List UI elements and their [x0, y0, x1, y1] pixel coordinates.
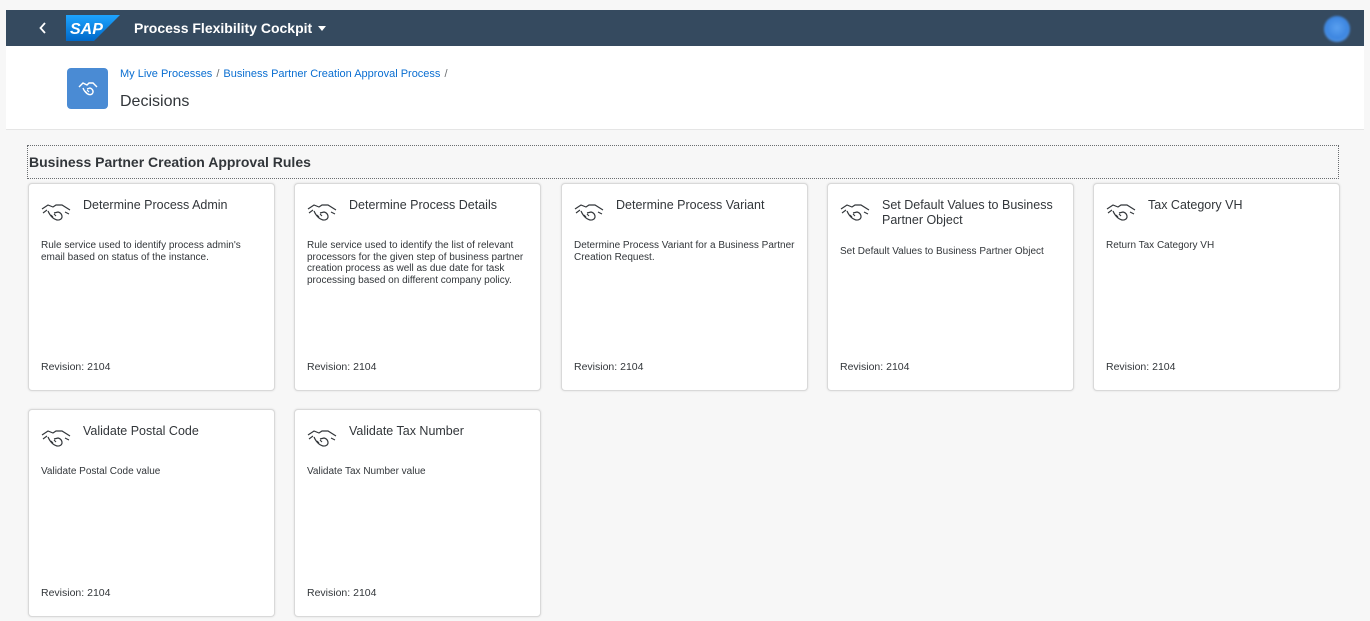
card-revision: Revision: 2104 — [41, 361, 111, 373]
card-title: Determine Process Variant — [616, 198, 765, 212]
rule-card-determine-process-admin[interactable]: Determine Process Admin Rule service use… — [28, 183, 275, 391]
handshake-icon — [41, 430, 71, 447]
decisions-tile-icon — [67, 68, 108, 109]
handshake-icon — [1106, 204, 1136, 221]
app-title-menu[interactable]: Process Flexibility Cockpit — [134, 20, 327, 36]
app-title: Process Flexibility Cockpit — [134, 20, 313, 36]
card-title: Set Default Values to Business Partner O… — [882, 198, 1053, 227]
card-description: Validate Postal Code value — [41, 466, 161, 477]
card-description: Validate Tax Number value — [307, 466, 426, 477]
rule-card-validate-postal-code[interactable]: Validate Postal Code Validate Postal Cod… — [28, 409, 275, 617]
object-header: My Live Processes / Business Partner Cre… — [6, 46, 1364, 130]
card-description: Rule service used to identify the list o… — [307, 240, 524, 286]
rule-card-tax-category-vh[interactable]: Tax Category VH Return Tax Category VH R… — [1093, 183, 1340, 391]
breadcrumb-bp-creation-process[interactable]: Business Partner Creation Approval Proce… — [223, 68, 440, 80]
caret-down-icon — [318, 25, 327, 31]
rule-card-determine-process-details[interactable]: Determine Process Details Rule service u… — [294, 183, 541, 391]
card-description: Determine Process Variant for a Business… — [574, 240, 795, 263]
card-title: Determine Process Details — [349, 198, 497, 212]
svg-text:SAP: SAP — [70, 21, 103, 38]
rule-card-determine-process-variant[interactable]: Determine Process Variant Determine Proc… — [561, 183, 808, 391]
card-revision: Revision: 2104 — [41, 587, 111, 599]
breadcrumb: My Live Processes / Business Partner Cre… — [120, 68, 448, 80]
handshake-icon — [574, 204, 604, 221]
card-revision: Revision: 2104 — [307, 361, 377, 373]
card-description: Set Default Values to Business Partner O… — [840, 246, 1044, 257]
rule-card-set-default-values[interactable]: Set Default Values to Business Partner O… — [827, 183, 1074, 391]
page-title: Decisions — [120, 93, 190, 110]
chevron-left-icon — [39, 22, 46, 34]
card-description: Return Tax Category VH — [1106, 240, 1215, 251]
card-title: Validate Postal Code — [83, 424, 199, 438]
breadcrumb-separator: / — [444, 68, 448, 80]
card-title: Determine Process Admin — [83, 198, 228, 212]
shell-bar: SAP Process Flexibility Cockpit — [6, 10, 1364, 46]
breadcrumb-separator: / — [216, 68, 220, 80]
sap-logo[interactable]: SAP — [66, 15, 120, 41]
card-revision: Revision: 2104 — [1106, 361, 1176, 373]
rule-card-validate-tax-number[interactable]: Validate Tax Number Validate Tax Number … — [294, 409, 541, 617]
breadcrumb-live-processes[interactable]: My Live Processes — [120, 68, 212, 80]
section-title: Business Partner Creation Approval Rules — [27, 145, 1339, 179]
handshake-icon — [307, 430, 337, 447]
user-avatar[interactable] — [1324, 16, 1350, 42]
handshake-icon — [840, 204, 870, 221]
card-description: Rule service used to identify process ad… — [41, 240, 241, 263]
card-title: Tax Category VH — [1148, 198, 1243, 212]
back-button[interactable] — [26, 10, 60, 46]
handshake-icon — [78, 81, 97, 95]
card-revision: Revision: 2104 — [574, 361, 644, 373]
handshake-icon — [41, 204, 71, 221]
handshake-icon — [307, 204, 337, 221]
card-title: Validate Tax Number — [349, 424, 464, 438]
card-revision: Revision: 2104 — [307, 587, 377, 599]
card-revision: Revision: 2104 — [840, 361, 910, 373]
